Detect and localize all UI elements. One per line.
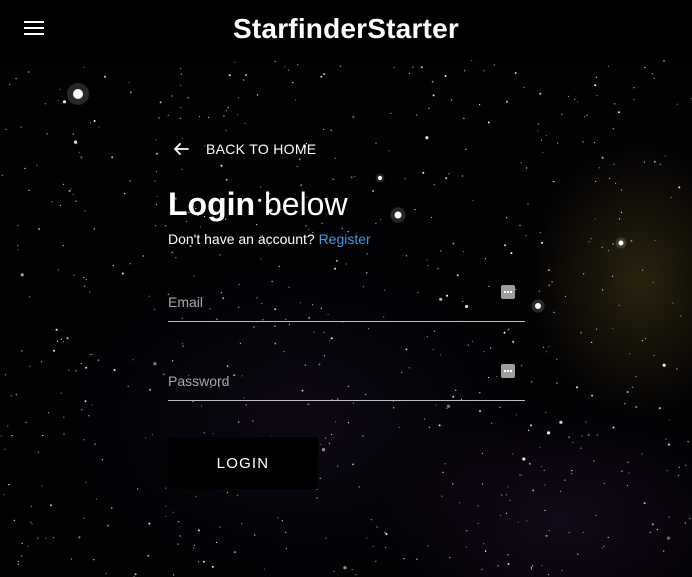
register-link[interactable]: Register [319, 231, 371, 247]
back-to-home-label: BACK TO HOME [206, 141, 317, 157]
app-title: StarfinderStarter [233, 13, 459, 44]
password-field[interactable] [168, 370, 488, 392]
email-field-container [168, 285, 525, 322]
heading-bold: Login [168, 186, 256, 222]
page-heading: Login below [168, 185, 526, 223]
arrow-left-icon [174, 143, 189, 155]
register-prompt: Don't have an account? Register [168, 231, 526, 247]
heading-light: below [263, 186, 348, 222]
login-page: StarfinderStarter BACK TO HOME Login bel… [0, 0, 692, 577]
app-bar: StarfinderStarter [0, 0, 692, 60]
login-button[interactable]: LOGIN [168, 437, 318, 489]
password-manager-icon[interactable] [501, 364, 515, 378]
back-to-home-link[interactable]: BACK TO HOME [174, 138, 526, 160]
login-form: BACK TO HOME Login below Don't have an a… [168, 138, 526, 489]
password-manager-icon[interactable] [501, 285, 515, 299]
email-field[interactable] [168, 291, 488, 313]
register-prompt-text: Don't have an account? [168, 231, 315, 247]
password-field-container [168, 364, 525, 401]
